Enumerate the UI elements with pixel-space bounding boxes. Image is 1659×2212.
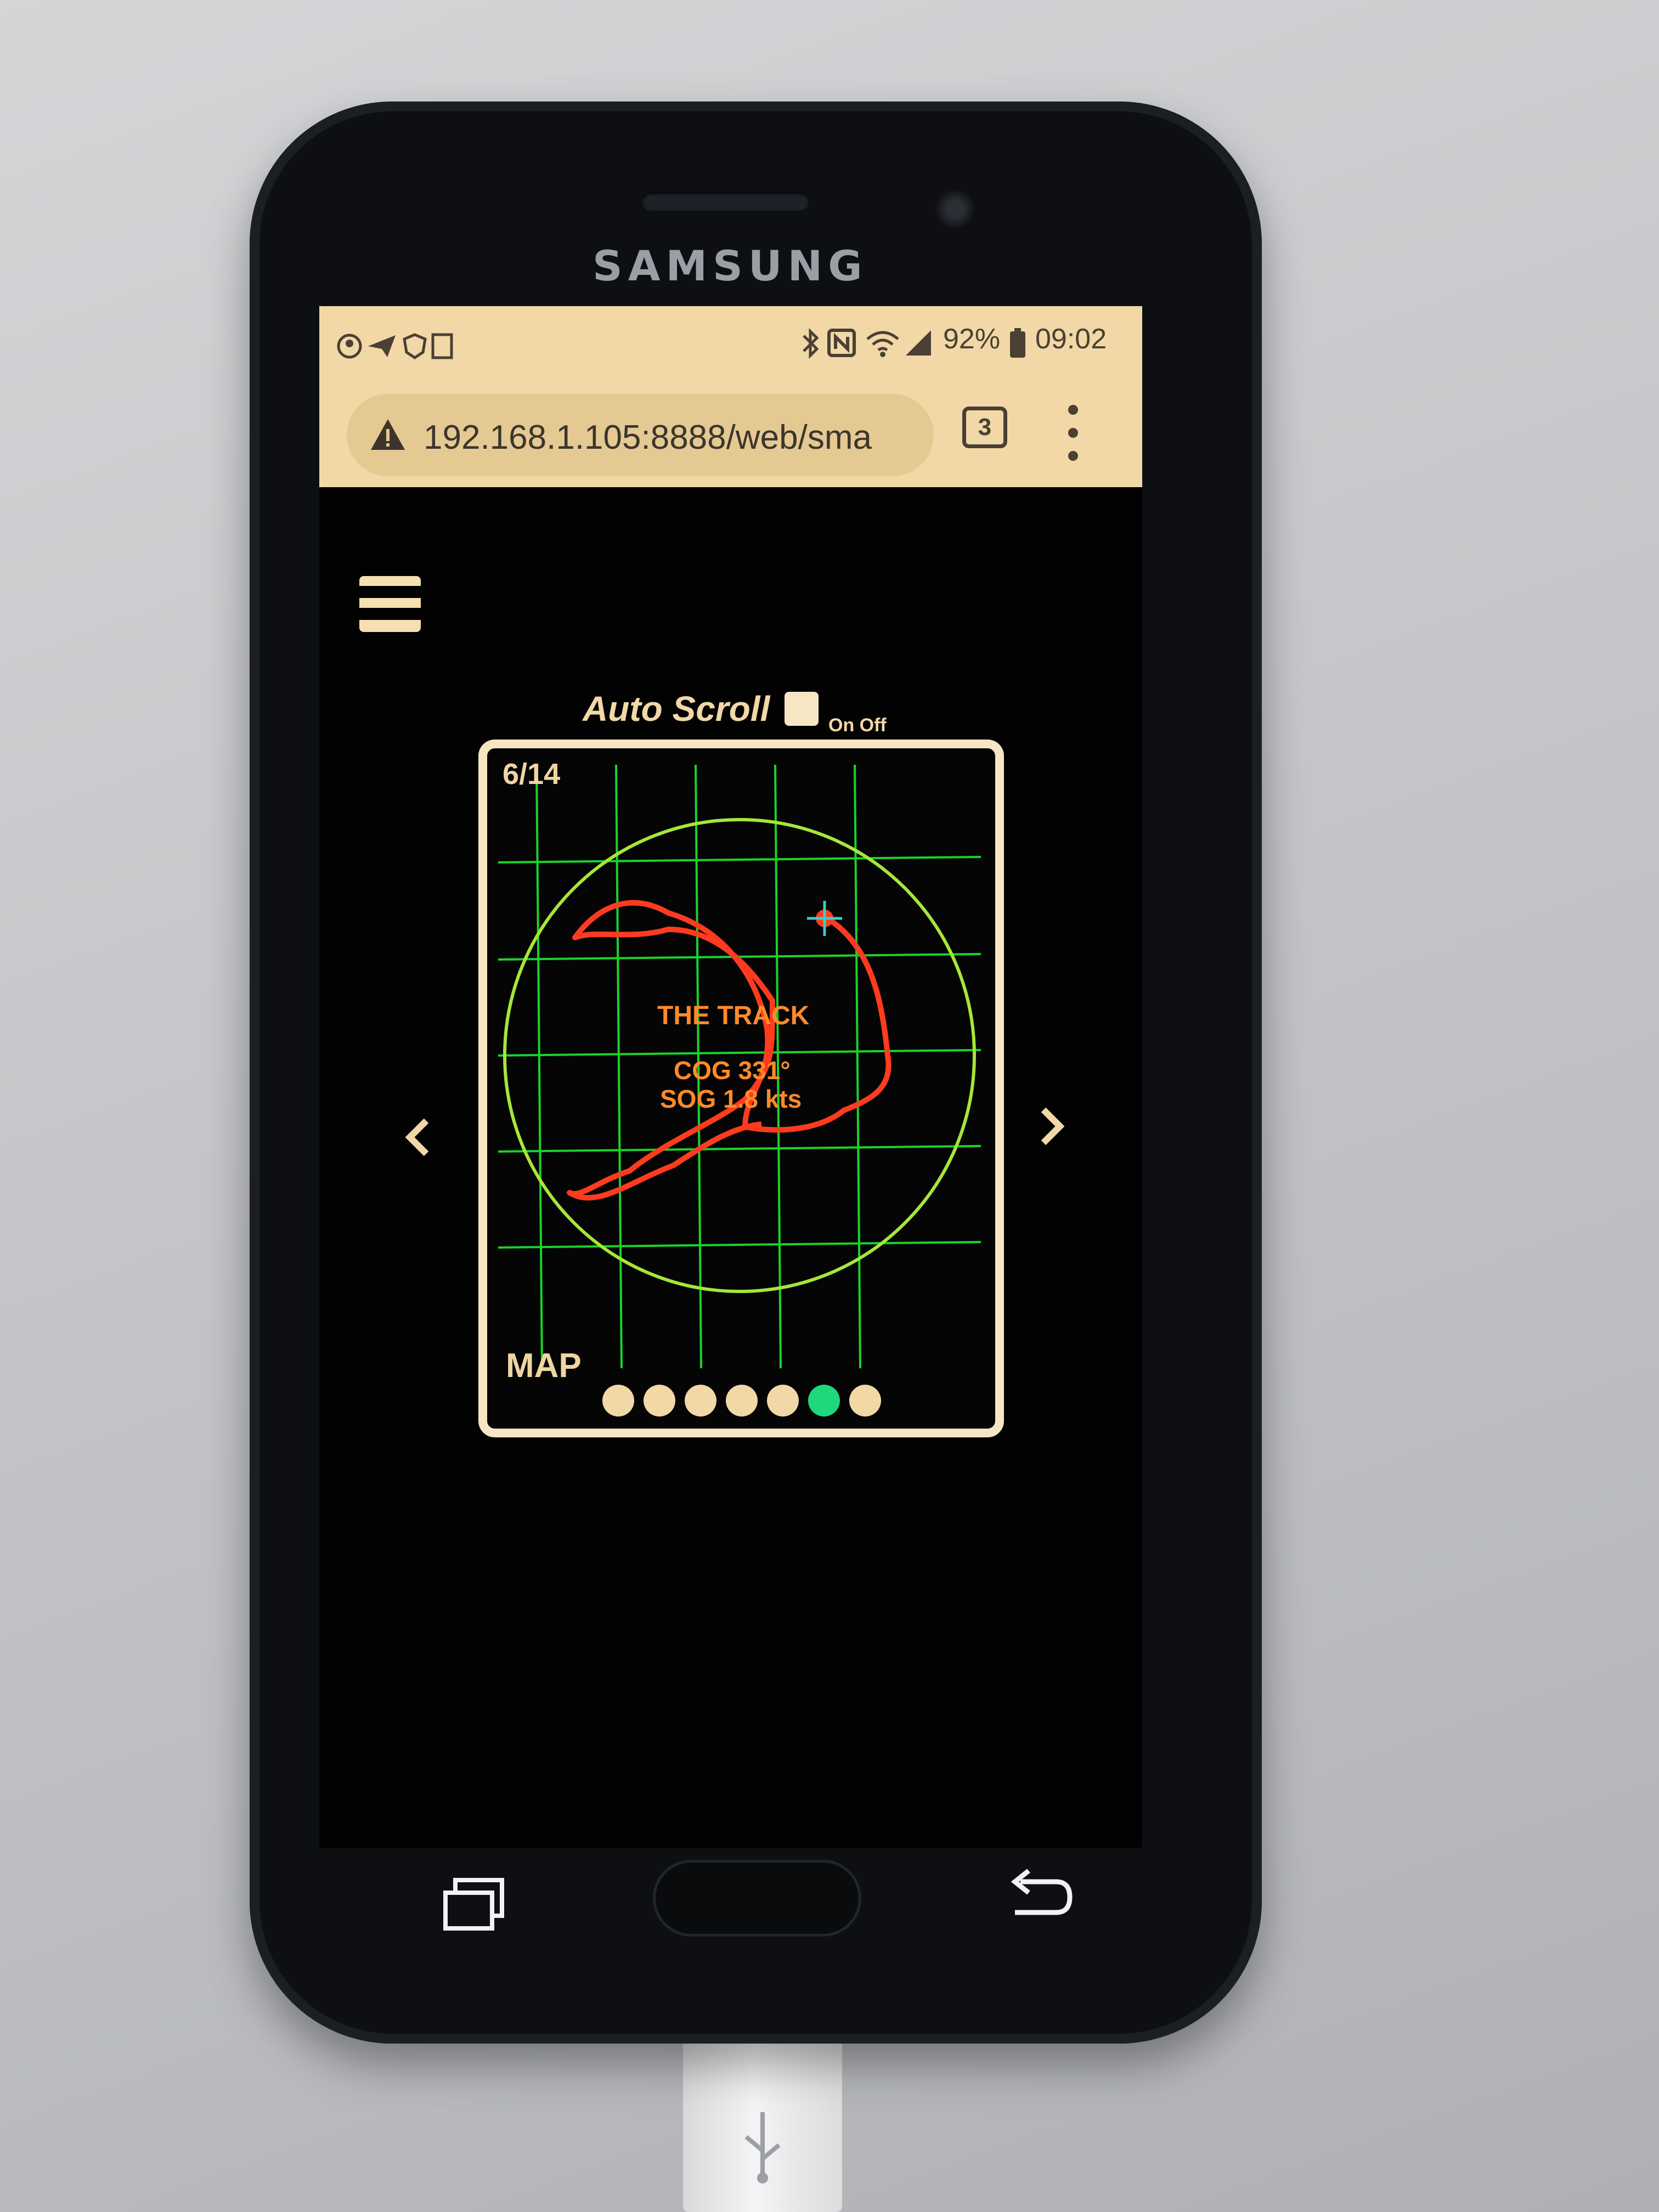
boat-marker-icon <box>807 901 842 936</box>
usb-icon <box>744 2112 781 2183</box>
address-bar[interactable]: 192.168.1.105:8888/web/sma <box>347 394 934 476</box>
auto-scroll-checkbox[interactable] <box>785 692 819 726</box>
home-button[interactable] <box>653 1860 861 1937</box>
url-text[interactable]: 192.168.1.105:8888/web/sma <box>424 418 917 457</box>
chevron-left-icon[interactable] <box>402 1115 435 1159</box>
status-time: 09:02 <box>1035 323 1107 355</box>
tab-switcher-button[interactable]: 3 <box>962 407 1007 448</box>
on-off-label: On Off <box>828 715 887 736</box>
front-camera <box>935 189 975 229</box>
pager-dot[interactable] <box>602 1385 634 1417</box>
battery-icon <box>1010 328 1025 358</box>
pager-dot[interactable] <box>644 1385 675 1417</box>
map-label: MAP <box>506 1347 582 1385</box>
earpiece-speaker <box>642 192 809 211</box>
warning-icon[interactable] <box>369 417 407 452</box>
pager-dot[interactable] <box>726 1385 758 1417</box>
auto-scroll-label: Auto Scroll <box>583 689 770 729</box>
track-card: 6/14 THE TRACK COG 331° SOG 1.8 kts MAP <box>478 740 1004 1437</box>
pager-dot[interactable] <box>767 1385 799 1417</box>
nfc-icon <box>827 329 856 357</box>
pager-dots <box>602 1385 890 1419</box>
account-icon <box>337 334 362 359</box>
sim-icon <box>431 333 453 359</box>
send-icon <box>368 335 396 357</box>
speed-over-ground: SOG 1.8 kts <box>660 1085 802 1113</box>
hamburger-menu-icon[interactable] <box>359 576 421 632</box>
browser-menu-icon[interactable] <box>1068 405 1081 465</box>
signal-icon <box>906 330 931 356</box>
pager-dot-active[interactable] <box>808 1385 840 1417</box>
browser-top-bar: 92% 09:02 192.168.1.105:8888/web/sma 3 <box>319 306 1142 487</box>
chevron-right-icon[interactable] <box>1035 1104 1068 1148</box>
phone-screen: 92% 09:02 192.168.1.105:8888/web/sma 3 A… <box>319 306 1142 1848</box>
status-icons-left <box>336 332 455 363</box>
pager-dot[interactable] <box>685 1385 716 1417</box>
course-over-ground: COG 331° <box>674 1056 791 1085</box>
shield-icon <box>403 333 427 360</box>
wifi-icon <box>866 331 899 357</box>
pager-dot[interactable] <box>849 1385 881 1417</box>
back-icon[interactable] <box>1004 1865 1075 1926</box>
page-counter: 6/14 <box>503 758 561 791</box>
brand-logo: SAMSUNG <box>592 241 868 290</box>
card-title: THE TRACK <box>657 1001 810 1030</box>
recent-apps-icon[interactable] <box>439 1874 510 1934</box>
battery-percentage: 92% <box>943 323 1001 355</box>
bluetooth-icon <box>803 328 819 359</box>
